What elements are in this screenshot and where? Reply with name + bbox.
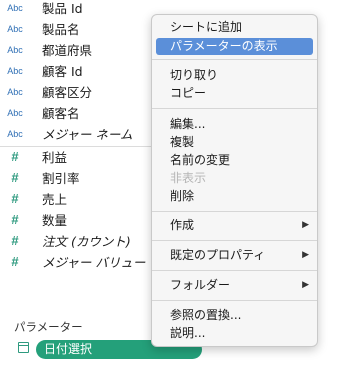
field-row[interactable]: # メジャー バリュー [0,251,160,272]
menu-item-show-parameter[interactable]: パラメーターの表示 [156,38,313,55]
string-type-icon: Abc [7,128,23,139]
field-row[interactable]: Abc 製品 Id [0,0,160,18]
menu-item-label: 既定のプロパティ [170,248,266,262]
field-row[interactable]: # 注文 (カウント) [0,230,160,251]
field-row[interactable]: Abc 顧客区分 [0,81,160,102]
menu-separator [152,108,317,109]
field-name: 数量 [42,213,68,228]
field-name: 製品名 [42,22,80,37]
menu-item-default-properties[interactable]: 既定のプロパティ ▶ [156,247,313,264]
menu-item-replace-references[interactable]: 参照の置換... [156,307,313,324]
field-name: 売上 [42,192,68,207]
submenu-arrow-icon: ▶ [302,220,309,230]
menu-item-label: フォルダー [170,278,231,292]
field-name: 製品 Id [42,1,83,16]
field-row[interactable]: # 数量 [0,209,160,230]
menu-item-add-to-sheet[interactable]: シートに追加 [156,19,313,36]
menu-separator [152,300,317,301]
menu-separator [152,240,317,241]
field-row[interactable]: Abc 顧客 Id [0,60,160,81]
field-name: 顧客名 [42,106,80,121]
string-type-icon: Abc [7,23,23,34]
field-name: 都道府県 [42,43,93,58]
menu-item-delete[interactable]: 削除 [156,188,313,205]
menu-separator [152,211,317,212]
number-type-icon: # [11,212,19,227]
menu-item-edit[interactable]: 編集... [156,116,313,133]
menu-item-rename[interactable]: 名前の変更 [156,152,313,169]
field-name: メジャー バリュー [42,255,146,270]
string-type-icon: Abc [7,65,23,76]
field-name: 割引率 [42,171,80,186]
field-row[interactable]: # 割引率 [0,167,160,188]
number-type-icon: # [11,254,19,269]
string-type-icon: Abc [7,2,23,13]
field-row[interactable]: # 売上 [0,188,160,209]
field-row[interactable]: Abc 都道府県 [0,39,160,60]
context-menu: シートに追加 パラメーターの表示 切り取り コピー 編集... 複製 名前の変更… [151,14,318,347]
string-type-icon: Abc [7,107,23,118]
number-type-icon: # [11,149,19,164]
calendar-icon [18,342,29,353]
menu-item-label: 作成 [170,218,195,232]
field-name: 顧客 Id [42,64,83,79]
menu-separator [152,59,317,60]
field-name: 利益 [42,150,68,165]
field-name: 顧客区分 [42,85,93,100]
menu-item-duplicate[interactable]: 複製 [156,134,313,151]
number-type-icon: # [11,170,19,185]
string-type-icon: Abc [7,86,23,97]
submenu-arrow-icon: ▶ [302,250,309,260]
parameters-header: パラメーター [14,320,83,334]
field-name: 注文 (カウント) [42,234,131,249]
menu-item-folder[interactable]: フォルダー ▶ [156,277,313,294]
menu-item-create[interactable]: 作成 ▶ [156,217,313,234]
menu-separator [152,270,317,271]
field-row[interactable]: Abc 顧客名 [0,102,160,123]
field-name: メジャー ネーム [42,127,133,142]
field-row[interactable]: # 利益 [0,146,160,167]
string-type-icon: Abc [7,44,23,55]
submenu-arrow-icon: ▶ [302,280,309,290]
menu-item-description[interactable]: 説明... [156,325,313,342]
menu-item-hide: 非表示 [170,171,207,185]
field-row[interactable]: Abc メジャー ネーム [0,123,160,144]
number-type-icon: # [11,191,19,206]
number-type-icon: # [11,233,19,248]
menu-item-copy[interactable]: コピー [156,85,313,102]
menu-item-cut[interactable]: 切り取り [156,67,313,84]
field-row[interactable]: Abc 製品名 [0,18,160,39]
